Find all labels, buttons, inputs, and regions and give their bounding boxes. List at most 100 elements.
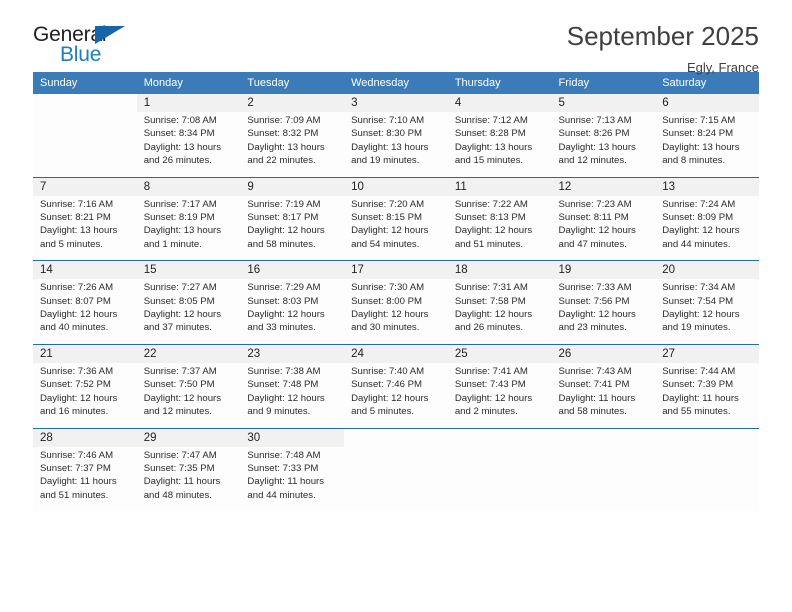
day-number[interactable]: 14 bbox=[33, 260, 137, 280]
day-detail-line: and 26 minutes. bbox=[143, 155, 212, 167]
day-detail-line: Sunset: 8:13 PM bbox=[454, 212, 526, 224]
day-cell-details: Sunrise: 7:22 AM Sunset: 8:13 PM Daylight:… bbox=[447, 195, 552, 262]
day-detail-line: Daylight: 12 hours bbox=[40, 309, 118, 321]
day-detail-line: Sunset: 8:07 PM bbox=[40, 295, 111, 307]
day-detail-line: Sunset: 8:15 PM bbox=[351, 212, 423, 224]
day-number[interactable]: 8 bbox=[136, 177, 241, 196]
day-cell-details: Sunrise: 7:13 AM Sunset: 8:26 PM Daylight:… bbox=[551, 112, 656, 178]
day-number[interactable]: 24 bbox=[344, 344, 448, 363]
day-cell-empty bbox=[344, 446, 448, 512]
day-cell-details: Sunrise: 7:17 AM Sunset: 8:19 PM Daylight:… bbox=[136, 195, 241, 262]
day-detail-line: and 26 minutes. bbox=[454, 322, 524, 334]
day-detail-line: Sunrise: 7:41 AM bbox=[454, 365, 528, 377]
day-number[interactable]: 26 bbox=[551, 344, 656, 363]
day-detail-line: Daylight: 12 hours bbox=[247, 225, 325, 237]
day-detail-line: and 19 minutes. bbox=[351, 155, 420, 167]
day-number[interactable]: 2 bbox=[240, 94, 345, 112]
day-cell-details: Sunrise: 7:31 AM Sunset: 7:58 PM Daylight:… bbox=[447, 279, 552, 345]
day-number[interactable]: 27 bbox=[655, 344, 759, 363]
day-detail-line: Sunrise: 7:20 AM bbox=[351, 198, 425, 210]
day-number[interactable]: 20 bbox=[655, 260, 759, 280]
day-detail-line: and 5 minutes. bbox=[351, 406, 415, 418]
day-detail-line: Sunset: 7:43 PM bbox=[454, 379, 526, 391]
day-number[interactable]: 11 bbox=[447, 177, 552, 196]
day-number[interactable]: 12 bbox=[551, 177, 656, 196]
day-number[interactable]: 5 bbox=[551, 94, 656, 112]
day-number[interactable]: 19 bbox=[551, 260, 656, 280]
day-number[interactable]: 4 bbox=[447, 94, 552, 112]
general-blue-logo[interactable]: General Blue bbox=[33, 22, 153, 70]
day-detail-line: Daylight: 11 hours bbox=[143, 476, 221, 488]
day-detail-line: Sunset: 8:03 PM bbox=[247, 295, 319, 307]
day-number[interactable]: 13 bbox=[655, 177, 759, 196]
day-detail-line: Sunset: 8:09 PM bbox=[662, 212, 734, 224]
day-detail-line: Daylight: 11 hours bbox=[247, 476, 325, 488]
day-cell-details: Sunrise: 7:33 AM Sunset: 7:56 PM Daylight:… bbox=[551, 279, 656, 345]
day-cell-details: Sunrise: 7:08 AM Sunset: 8:34 PM Daylight:… bbox=[136, 112, 241, 178]
day-number[interactable]: 16 bbox=[240, 260, 345, 280]
day-number[interactable]: 15 bbox=[136, 260, 241, 280]
day-number[interactable]: 3 bbox=[344, 94, 448, 112]
day-detail-line: Sunrise: 7:19 AM bbox=[247, 198, 321, 210]
day-number[interactable]: 1 bbox=[136, 94, 241, 112]
day-number[interactable]: 22 bbox=[136, 344, 241, 363]
day-number-empty bbox=[344, 428, 448, 447]
day-cell-empty bbox=[447, 446, 552, 512]
day-detail-line: Sunset: 7:37 PM bbox=[40, 462, 111, 474]
day-detail-line: Daylight: 13 hours bbox=[143, 141, 222, 153]
day-detail-line: Daylight: 12 hours bbox=[662, 309, 740, 321]
day-cell-details: Sunrise: 7:12 AM Sunset: 8:28 PM Daylight:… bbox=[447, 112, 552, 178]
day-detail-line: Sunrise: 7:15 AM bbox=[662, 115, 736, 126]
day-detail-line: Daylight: 12 hours bbox=[40, 392, 118, 404]
day-detail-line: Sunrise: 7:23 AM bbox=[558, 198, 632, 210]
day-detail-line: Daylight: 13 hours bbox=[558, 141, 636, 153]
day-cell-details: Sunrise: 7:46 AM Sunset: 7:37 PM Daylight:… bbox=[33, 446, 137, 512]
day-detail-line: Daylight: 12 hours bbox=[247, 392, 325, 404]
day-detail-line: Daylight: 11 hours bbox=[558, 392, 636, 404]
day-detail-line: Daylight: 12 hours bbox=[247, 309, 325, 321]
day-detail-line: Sunset: 7:41 PM bbox=[558, 379, 630, 391]
day-detail-line: Sunrise: 7:12 AM bbox=[454, 115, 528, 126]
day-detail-line: Daylight: 12 hours bbox=[662, 225, 740, 237]
day-detail-line: Daylight: 12 hours bbox=[351, 225, 429, 237]
day-cell-details: Sunrise: 7:23 AM Sunset: 8:11 PM Daylight:… bbox=[551, 195, 656, 262]
day-detail-line: Daylight: 12 hours bbox=[351, 392, 429, 404]
day-cell-empty bbox=[655, 446, 759, 512]
day-number[interactable]: 28 bbox=[33, 428, 137, 447]
day-cell-details: Sunrise: 7:26 AM Sunset: 8:07 PM Daylight:… bbox=[33, 279, 137, 345]
day-detail-line: and 12 minutes. bbox=[143, 406, 212, 418]
day-detail-line: and 40 minutes. bbox=[40, 322, 109, 334]
day-cell-details: Sunrise: 7:30 AM Sunset: 8:00 PM Daylight:… bbox=[344, 279, 448, 345]
day-number[interactable]: 17 bbox=[344, 260, 448, 280]
day-detail-line: Daylight: 11 hours bbox=[662, 392, 739, 404]
day-detail-line: Daylight: 13 hours bbox=[454, 141, 533, 153]
weekday-header-wednesday: Wednesday bbox=[344, 72, 448, 94]
day-cell-details: Sunrise: 7:48 AM Sunset: 7:33 PM Daylight:… bbox=[240, 446, 345, 512]
day-number[interactable]: 18 bbox=[447, 260, 552, 280]
day-detail-line: and 44 minutes. bbox=[247, 489, 316, 501]
page-title: September 2025 bbox=[566, 21, 759, 51]
day-detail-line: Daylight: 12 hours bbox=[143, 392, 222, 404]
day-detail-line: Sunrise: 7:38 AM bbox=[247, 365, 321, 377]
week-daynumber-row: 28 29 30 bbox=[33, 428, 759, 447]
day-detail-line: Daylight: 12 hours bbox=[454, 392, 533, 404]
day-detail-line: Sunset: 8:28 PM bbox=[454, 128, 526, 140]
day-detail-line: and 16 minutes. bbox=[40, 406, 109, 418]
day-number[interactable]: 23 bbox=[240, 344, 345, 363]
day-cell-details: Sunrise: 7:29 AM Sunset: 8:03 PM Daylight:… bbox=[240, 279, 345, 345]
day-detail-line: Sunset: 8:17 PM bbox=[247, 212, 319, 224]
weekday-header-row: Sunday Monday Tuesday Wednesday Thursday… bbox=[33, 72, 759, 94]
day-cell-empty bbox=[551, 446, 656, 512]
day-number[interactable]: 30 bbox=[240, 428, 345, 447]
day-number[interactable]: 7 bbox=[33, 177, 137, 196]
day-cell-details: Sunrise: 7:37 AM Sunset: 7:50 PM Daylight:… bbox=[136, 362, 241, 429]
calendar-page: General Blue September 2025 Egly, France… bbox=[0, 0, 792, 612]
day-detail-line: and 5 minutes. bbox=[40, 238, 103, 250]
day-number[interactable]: 9 bbox=[240, 177, 345, 196]
day-detail-line: Sunset: 7:56 PM bbox=[558, 295, 630, 307]
day-number[interactable]: 6 bbox=[655, 94, 759, 112]
day-number[interactable]: 10 bbox=[344, 177, 448, 196]
day-number[interactable]: 21 bbox=[33, 344, 137, 363]
day-number[interactable]: 25 bbox=[447, 344, 552, 363]
day-number[interactable]: 29 bbox=[136, 428, 241, 447]
